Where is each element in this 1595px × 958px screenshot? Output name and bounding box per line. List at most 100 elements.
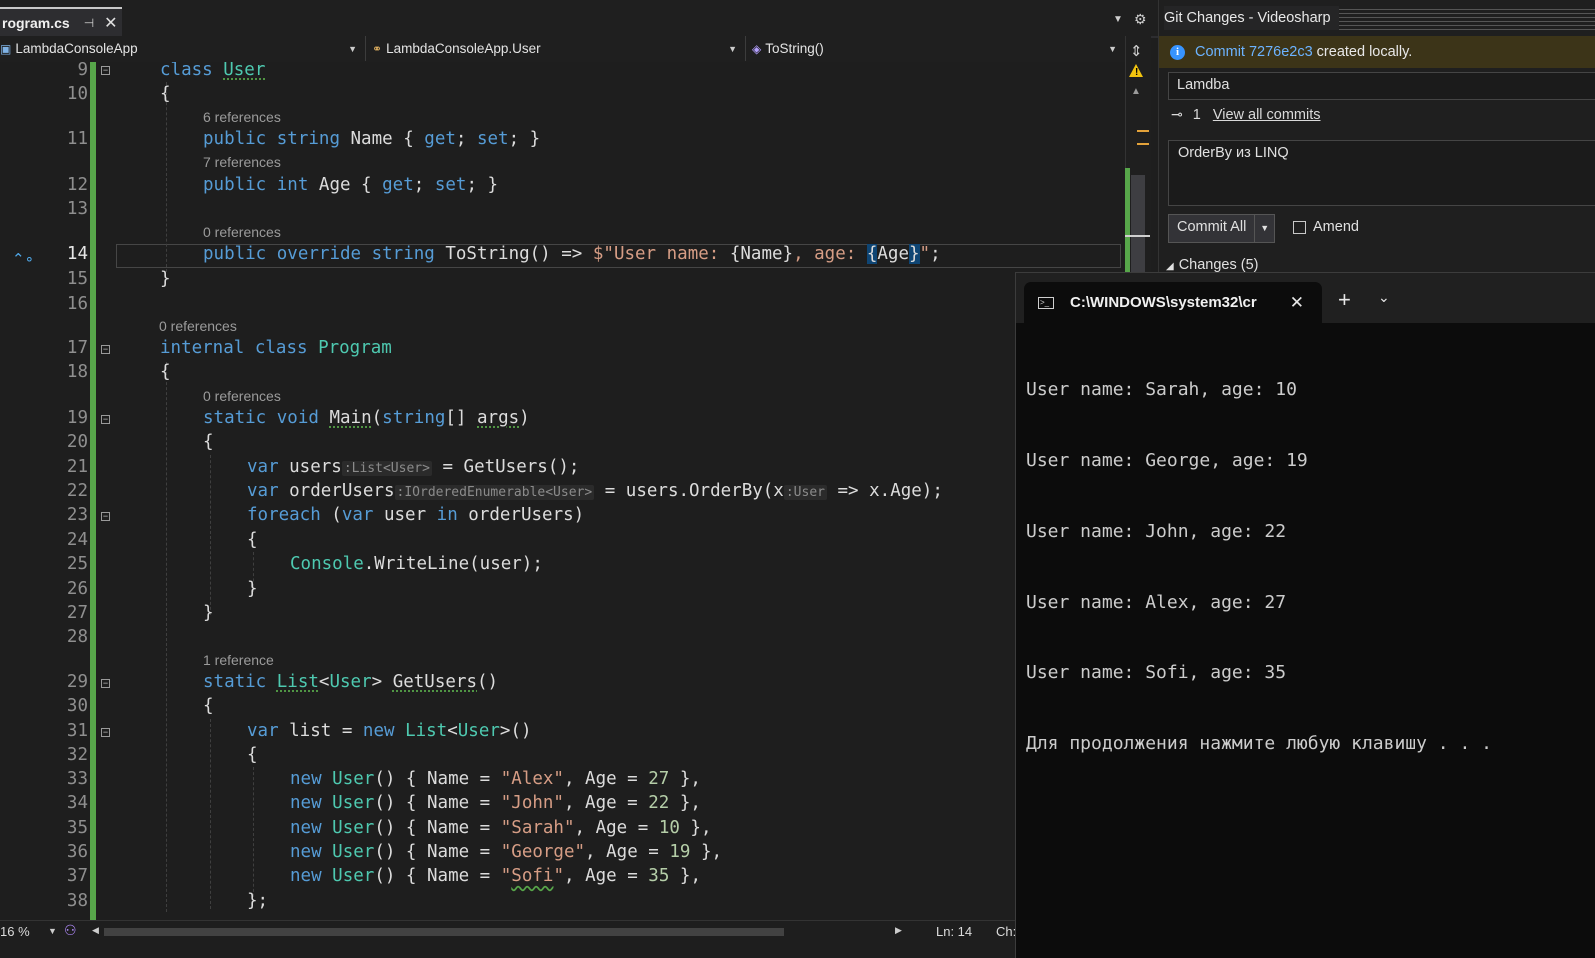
code-line: static List<User> GetUsers(): [203, 672, 499, 692]
code-line: {: [247, 530, 258, 550]
chevron-down-icon[interactable]: ▼: [1255, 215, 1274, 242]
indent-guide: [210, 719, 211, 909]
editor-tab-bar: rogram.cs ⊣ ✕ ▼ ⚙: [0, 0, 1158, 38]
change-tracking-bar: [90, 62, 96, 920]
code-line: };: [247, 891, 269, 911]
project-dropdown[interactable]: ▣ LambdaConsoleApp ▼: [0, 36, 366, 61]
commit-link[interactable]: Commit 7276e2c3: [1195, 44, 1313, 60]
member-dropdown-label: ToString(): [765, 41, 824, 56]
indent-guide: [166, 362, 167, 912]
scrollbar-thumb[interactable]: [1131, 175, 1145, 273]
collapse-icon[interactable]: −: [101, 345, 110, 354]
terminal-tab[interactable]: >_ C:\WINDOWS\system32\cr ✕: [1024, 282, 1322, 323]
changes-label: Changes (5): [1178, 257, 1259, 273]
panel-drag-grip[interactable]: [1339, 8, 1595, 30]
bottom-strip: [0, 943, 1015, 958]
line-number: 26: [66, 579, 88, 599]
terminal-tab-title: C:\WINDOWS\system32\cr: [1070, 294, 1257, 311]
line-number: 22: [66, 481, 88, 501]
branch-selector[interactable]: Lamdba: [1168, 72, 1595, 100]
csharp-project-icon: ▣: [0, 41, 12, 56]
scroll-right-icon[interactable]: ▶: [895, 925, 902, 936]
code-line: var orderUsers:IOrderedEnumerable<User> …: [247, 481, 943, 501]
line-number: 36: [66, 842, 88, 862]
line-number: 20: [66, 432, 88, 452]
collapse-icon[interactable]: −: [101, 512, 110, 521]
pin-icon[interactable]: ⊣: [84, 16, 94, 30]
type-dropdown[interactable]: ⚭ LambdaConsoleApp.User ▼: [372, 36, 746, 61]
codelens-references[interactable]: 6 references: [203, 109, 281, 125]
split-editor-icon[interactable]: ⇕: [1130, 42, 1143, 60]
codelens-references[interactable]: 0 references: [159, 318, 237, 334]
editor-status-bar: 16 % ▼ ⚇ ◀ ▶ Ln: 14 Ch:: [0, 920, 1016, 943]
commit-arrow-icon: ⊸: [1171, 106, 1183, 122]
indent-guide: [210, 455, 211, 615]
code-line: foreach (var user in orderUsers): [247, 505, 585, 525]
chevron-down-icon[interactable]: ⌄: [1378, 289, 1390, 306]
commit-message-input[interactable]: OrderBy из LINQ: [1168, 140, 1595, 206]
new-tab-plus-icon[interactable]: +: [1338, 287, 1351, 313]
scrollbar-marker: [1137, 143, 1149, 145]
commit-all-button[interactable]: Commit All ▼: [1168, 214, 1276, 243]
zoom-level[interactable]: 16 %: [0, 924, 30, 939]
collapse-icon[interactable]: −: [101, 728, 110, 737]
line-number: 16: [66, 294, 88, 314]
checkbox-icon[interactable]: [1293, 220, 1306, 234]
outgoing-commit-count: 1: [1192, 106, 1201, 123]
collapse-icon[interactable]: −: [101, 679, 110, 688]
scrollbar-caret-marker: [1125, 235, 1150, 237]
changes-section-header[interactable]: ◢ Changes (5): [1166, 257, 1259, 273]
codelens-references[interactable]: 0 references: [203, 224, 281, 240]
line-number: 31: [66, 721, 88, 741]
scroll-left-icon[interactable]: ◀: [92, 925, 99, 936]
commit-info-bar: i Commit 7276e2c3 created locally.: [1159, 36, 1595, 68]
health-indicator-icon[interactable]: ⚇: [64, 922, 77, 939]
view-all-commits-link[interactable]: View all commits: [1213, 107, 1321, 123]
tab-list-dropdown-icon[interactable]: ▼: [1113, 14, 1123, 25]
close-icon[interactable]: ✕: [1290, 293, 1304, 313]
line-number: 37: [66, 866, 88, 886]
line-number: 14: [66, 244, 88, 264]
code-line: {: [203, 432, 214, 452]
code-line: {: [247, 745, 258, 765]
amend-checkbox[interactable]: Amend: [1293, 219, 1359, 235]
git-changes-title[interactable]: Git Changes - Videosharp: [1164, 6, 1339, 30]
class-icon: ⚭: [372, 41, 383, 56]
code-line: Console.WriteLine(user);: [290, 554, 543, 574]
member-dropdown[interactable]: ◈ ToString() ▼: [752, 36, 1125, 61]
code-line: internal class Program: [160, 338, 392, 358]
code-line: var users:List<User> = GetUsers();: [247, 457, 580, 477]
terminal-window[interactable]: >_ C:\WINDOWS\system32\cr ✕ + ⌄ User nam…: [1015, 272, 1595, 958]
collapse-icon[interactable]: −: [101, 415, 110, 424]
scrollbar-marker: [1137, 130, 1149, 132]
amend-label: Amend: [1313, 219, 1359, 235]
line-number: 19: [66, 408, 88, 428]
commit-all-label[interactable]: Commit All: [1169, 215, 1256, 242]
terminal-tab-bar: >_ C:\WINDOWS\system32\cr ✕ + ⌄: [1016, 273, 1595, 323]
gear-icon[interactable]: ⚙: [1134, 11, 1147, 28]
scroll-up-icon[interactable]: ▲: [1131, 86, 1141, 97]
line-number: 18: [66, 362, 88, 382]
line-number: 25: [66, 554, 88, 574]
terminal-line: User name: John, age: 22: [1026, 520, 1287, 542]
code-line: new User() { Name = "Sofi", Age = 35 },: [290, 866, 701, 886]
indent-guide: [253, 767, 254, 902]
chevron-down-icon[interactable]: ▼: [48, 926, 57, 936]
line-number: 32: [66, 745, 88, 765]
line-number: 11: [66, 129, 88, 149]
column-indicator[interactable]: Ch:: [996, 924, 1016, 939]
git-changes-panel: Git Changes - Videosharp i Commit 7276e2…: [1158, 0, 1595, 275]
cmd-icon: >_: [1038, 296, 1054, 309]
codelens-references[interactable]: 1 reference: [203, 652, 274, 668]
code-editor[interactable]: ⌃∘ 9 10 11 12 13 14 15 16 17 18 19 20 21…: [0, 62, 1125, 920]
codelens-references[interactable]: 7 references: [203, 154, 281, 170]
close-icon[interactable]: ✕: [104, 13, 117, 33]
document-tab-program-cs[interactable]: rogram.cs ⊣ ✕: [0, 7, 122, 36]
horizontal-scrollbar-thumb[interactable]: [104, 928, 784, 936]
code-line: public string Name { get; set; }: [203, 129, 541, 149]
line-number: 35: [66, 818, 88, 838]
collapse-icon[interactable]: −: [101, 66, 110, 75]
codelens-references[interactable]: 0 references: [203, 388, 281, 404]
line-indicator[interactable]: Ln: 14: [936, 924, 972, 939]
code-line: new User() { Name = "Alex", Age = 27 },: [290, 769, 701, 789]
